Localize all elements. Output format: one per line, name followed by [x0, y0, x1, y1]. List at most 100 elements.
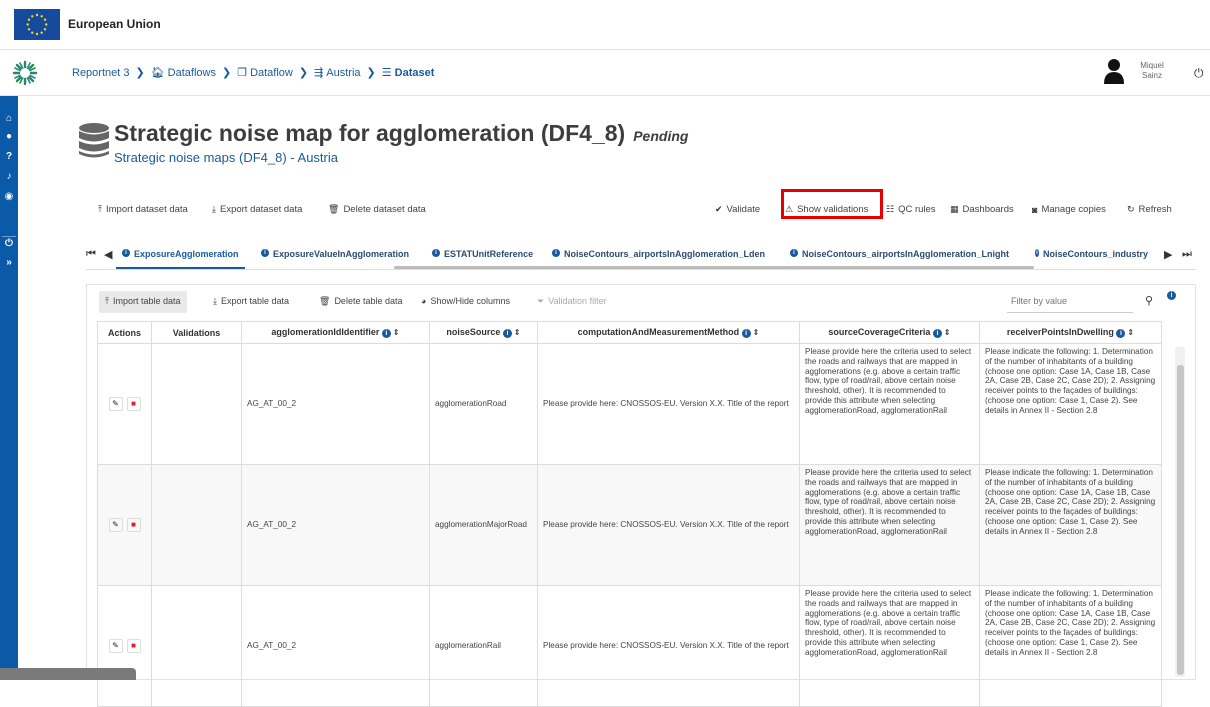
upload-icon: ⤒	[98, 204, 102, 214]
dashboards-button[interactable]: ▦ Dashboards	[950, 204, 1014, 215]
tab-exposure-agglomeration[interactable]: i ExposureAgglomeration	[116, 242, 245, 269]
cell-receiver[interactable]: Please indicate the following: 1. Determ…	[979, 585, 1162, 707]
breadcrumb-austria[interactable]: ⇶ Austria	[314, 66, 360, 80]
sort-icon[interactable]: ⇕	[944, 328, 951, 337]
user-avatar-icon	[1104, 59, 1124, 84]
cell-coverage[interactable]: Please provide here the criteria used to…	[799, 585, 980, 707]
reportnet-logo-icon[interactable]	[12, 60, 38, 86]
prev-tab-icon[interactable]: ◀	[104, 248, 112, 261]
trash-icon[interactable]: ■	[126, 397, 141, 411]
cell-method[interactable]: Please provide here: CNOSSOS-EU. Version…	[537, 343, 800, 465]
next-tab-icon[interactable]: ▶	[1164, 248, 1172, 261]
column-header-noise-source[interactable]: noiseSource i ⇕	[429, 321, 538, 344]
edit-icon[interactable]: ✎	[108, 518, 123, 532]
breadcrumb-dataflows[interactable]: 🏠︎ Dataflows	[150, 66, 216, 80]
info-icon[interactable]: i	[1167, 291, 1176, 300]
validate-button[interactable]: ✔ Validate	[715, 204, 760, 215]
sort-icon[interactable]: ⇕	[393, 328, 400, 337]
column-header-receiver-points[interactable]: receiverPointsInDwelling i ⇕	[979, 321, 1162, 344]
table-row[interactable]: ✎ ■ AG_AT_00_2 agglomerationRoad Please p…	[97, 343, 1162, 465]
filter-input[interactable]	[1007, 289, 1133, 313]
validation-filter-button[interactable]: ⏷ Validation filter	[531, 291, 613, 313]
manage-copies-button[interactable]: ◙ Manage copies	[1032, 204, 1106, 215]
database-icon	[77, 122, 111, 160]
search-icon[interactable]: ⚲	[1145, 294, 1153, 307]
logout-icon[interactable]: ⏻	[1194, 66, 1204, 81]
cell-noise-source[interactable]: agglomerationMajorRoad	[429, 464, 538, 586]
sidebar-chat-icon[interactable]: ◉	[2, 190, 16, 204]
qc-rules-button[interactable]: ☷ QC rules	[886, 204, 936, 215]
import-table-button[interactable]: ⤒ Import table data	[99, 291, 187, 313]
cell-noise-source[interactable]: agglomerationRail	[429, 585, 538, 707]
tab-noise-airports-lnight[interactable]: i NoiseContours_airportsInAgglomeration_L…	[784, 242, 1015, 269]
export-table-button[interactable]: ⤓ Export table data	[207, 291, 295, 313]
delete-dataset-button[interactable]: 🗑︎ Delete dataset data	[328, 204, 426, 215]
column-header-agglomeration-id[interactable]: agglomerationIdIdentifier i ⇕	[241, 321, 430, 344]
trash-icon[interactable]: ■	[126, 518, 141, 532]
sort-icon[interactable]: ⇕	[1127, 328, 1134, 337]
cell-receiver[interactable]: Please indicate the following: 1. Determ…	[979, 464, 1162, 586]
breadcrumb-dataset: ☰ Dataset	[381, 66, 435, 80]
export-dataset-button[interactable]: ⤓ Export dataset data	[212, 204, 302, 215]
info-icon: i	[1116, 328, 1126, 338]
tab-exposure-value[interactable]: i ExposureValueInAgglomeration	[255, 242, 415, 269]
page-subtitle: Strategic noise maps (DF4_8) - Austria	[114, 150, 338, 165]
edit-icon[interactable]: ✎	[108, 397, 123, 411]
edit-icon[interactable]: ✎	[108, 639, 123, 653]
column-header-computation-method[interactable]: computationAndMeasurementMethod i ⇕	[537, 321, 800, 344]
show-hide-columns-button[interactable]: ◕ Show/Hide columns	[415, 291, 516, 313]
cell-noise-source[interactable]: agglomerationRoad	[429, 343, 538, 465]
cell-method[interactable]: Please provide here: CNOSSOS-EU. Version…	[537, 585, 800, 707]
table-row[interactable]: ✎ ■ AG_AT_00_2 agglomerationRail Please p…	[97, 585, 1162, 707]
cell-receiver[interactable]: Please indicate the following: 1. Determ…	[979, 343, 1162, 465]
table-tabs: ⏮ ◀ i ExposureAgglomeration i ExposureValu…	[86, 240, 1196, 270]
tab-estat-unit-reference[interactable]: i ESTATUnitReference	[426, 242, 539, 269]
sidebar-home-icon[interactable]: ⌂	[2, 112, 16, 126]
cell-agglomeration-id[interactable]: AG_AT_00_2	[241, 343, 430, 465]
sidebar-user-icon[interactable]: ●	[2, 130, 16, 144]
sidebar-expand-icon[interactable]: »	[2, 256, 16, 270]
cell-coverage[interactable]: Please provide here the criteria used to…	[799, 464, 980, 586]
dataset-toolbar: ⤒ Import dataset data ⤓ Export dataset dat…	[86, 196, 1186, 226]
last-tab-icon[interactable]: ⏭	[1182, 248, 1192, 261]
breadcrumb-dataflow[interactable]: ❐ Dataflow	[237, 66, 293, 80]
table-row[interactable]: ✎ ■ AG_AT_00_2 agglomerationMajorRoad Ple…	[97, 464, 1162, 586]
cell-agglomeration-id[interactable]: AG_AT_00_2	[241, 464, 430, 586]
sort-icon[interactable]: ⇕	[514, 328, 521, 337]
column-header-source-coverage[interactable]: sourceCoverageCriteria i ⇕	[799, 321, 980, 344]
eu-flag-icon	[14, 9, 60, 40]
tab-noise-airports-lden[interactable]: i NoiseContours_airportsInAgglomeration_L…	[546, 242, 771, 269]
cell-coverage[interactable]: Please provide here the criteria used to…	[799, 343, 980, 465]
tab-scrollbar[interactable]	[394, 266, 1034, 269]
download-icon: ⤓	[212, 204, 216, 214]
tab-noise-industry[interactable]: i NoiseContours_industry	[1029, 242, 1154, 269]
cell-method[interactable]: Please provide here: CNOSSOS-EU. Version…	[537, 464, 800, 586]
column-header-actions: Actions	[97, 321, 152, 344]
info-icon: i	[790, 249, 798, 257]
sidebar-help-icon[interactable]: ?	[2, 150, 16, 164]
trash-icon: 🗑︎	[319, 296, 331, 306]
info-icon: i	[432, 249, 440, 257]
refresh-button[interactable]: ↻ Refresh	[1127, 204, 1172, 215]
cell-agglomeration-id[interactable]: AG_AT_00_2	[241, 585, 430, 707]
eu-label: European Union	[68, 17, 161, 31]
row-actions: ✎ ■	[97, 585, 152, 707]
chat-tab[interactable]	[0, 668, 136, 680]
trash-icon[interactable]: ■	[126, 639, 141, 653]
database-icon: ☰	[381, 67, 392, 79]
sidebar-logout-icon[interactable]: ⏻	[2, 236, 16, 250]
cell-validations	[151, 585, 242, 707]
breadcrumb-reportnet[interactable]: Reportnet 3	[72, 67, 129, 79]
first-tab-icon[interactable]: ⏮	[86, 248, 96, 261]
user-menu[interactable]: Miquel Sainz	[1104, 58, 1172, 84]
user-name: Miquel Sainz	[1140, 61, 1164, 80]
table-panel: ⤒ Import table data ⤓ Export table data 🗑︎…	[86, 284, 1196, 707]
home-icon: 🏠︎	[150, 67, 165, 79]
sidebar-notifications-icon[interactable]: ♪	[2, 170, 16, 184]
sort-icon[interactable]: ⇕	[753, 328, 760, 337]
delete-table-button[interactable]: 🗑︎ Delete table data	[313, 291, 409, 313]
chevron-right-icon: ❯	[298, 67, 309, 79]
table-scrollbar-thumb[interactable]	[1177, 365, 1184, 675]
column-header-validations: Validations	[151, 321, 242, 344]
import-dataset-button[interactable]: ⤒ Import dataset data	[98, 204, 188, 215]
